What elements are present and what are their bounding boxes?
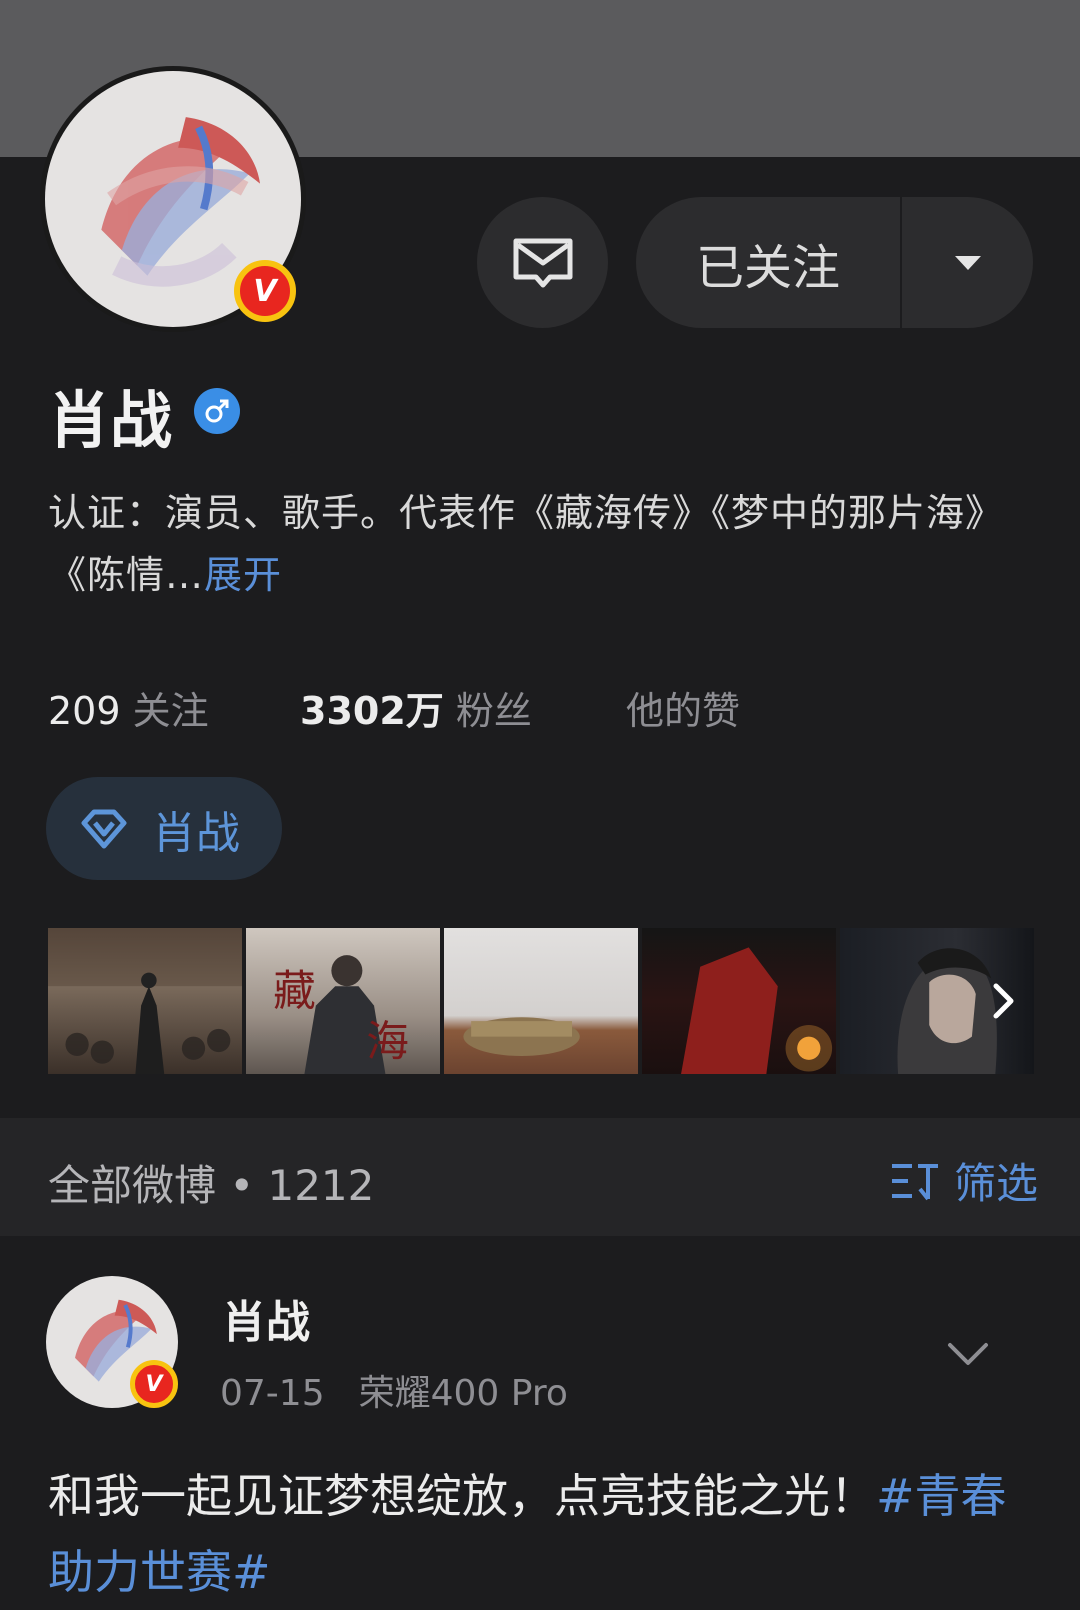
post-date: 07-15 [220, 1373, 325, 1414]
post-meta: 07-15 荣耀400 Pro [220, 1364, 568, 1416]
post-text: 和我一起见证梦想绽放，点亮技能之光！#青春助力世赛# [48, 1458, 1038, 1610]
fan-club-badge[interactable]: 肖战 [46, 777, 282, 880]
filter-label: 筛选 [953, 1159, 1038, 1208]
diamond-icon [81, 809, 127, 848]
verified-badge-icon: V [234, 260, 296, 322]
svg-text:海: 海 [366, 1017, 409, 1067]
bio-text: 认证：演员、歌手。代表作《藏海传》《梦中的那片海》《陈情… [48, 491, 1005, 597]
filter-icon [891, 1163, 938, 1200]
male-icon [194, 388, 240, 434]
following-stat[interactable]: 209 关注 [48, 680, 209, 735]
likes-label: 他的赞 [626, 689, 741, 733]
post-device: 荣耀400 Pro [358, 1373, 568, 1414]
photo-thumbnail[interactable] [642, 928, 836, 1074]
likes-stat[interactable]: 他的赞 [626, 680, 740, 735]
feed-header: 全部微博 • 1212 筛选 [0, 1118, 1080, 1236]
post-author-avatar[interactable]: V [46, 1276, 178, 1408]
message-button[interactable] [477, 197, 608, 328]
fans-count: 3302万 [300, 689, 444, 733]
following-count: 209 [48, 689, 121, 733]
follow-button[interactable]: 已关注 [636, 197, 1033, 328]
verified-badge-icon: V [130, 1360, 178, 1408]
bio-expand-link[interactable]: 展开 [204, 553, 282, 597]
chevron-down-icon [948, 1343, 988, 1365]
caret-down-icon [954, 255, 981, 270]
fan-badge-label: 肖战 [152, 807, 240, 859]
photo-strip: 藏 海 [48, 928, 1034, 1074]
profile-avatar[interactable]: V [40, 66, 306, 332]
svg-text:藏: 藏 [273, 967, 316, 1017]
photo-thumbnail[interactable] [444, 928, 638, 1074]
filter-button[interactable]: 筛选 [890, 1150, 1038, 1211]
fans-stat[interactable]: 3302万 粉丝 [300, 680, 532, 735]
profile-bio: 认证：演员、歌手。代表作《藏海传》《梦中的那片海》《陈情…展开 [48, 482, 1038, 606]
fans-label: 粉丝 [455, 689, 532, 733]
feed-title: 全部微博 • 1212 [48, 1161, 375, 1210]
profile-name: 肖战 [48, 384, 173, 457]
post-body: 和我一起见证梦想绽放，点亮技能之光！ [48, 1469, 876, 1523]
chevron-right-icon [993, 983, 1014, 1019]
post-menu-button[interactable] [946, 1340, 990, 1372]
following-label: 关注 [132, 689, 209, 733]
envelope-icon [513, 238, 572, 287]
follow-dropdown-button[interactable] [902, 254, 1033, 272]
photos-next-button[interactable] [974, 928, 1034, 1074]
photo-thumbnail[interactable] [840, 928, 1034, 1074]
weibo-post[interactable]: V 肖战 07-15 荣耀400 Pro 和我一起见证梦想绽放，点亮技能之光！#青… [0, 1236, 1080, 1609]
follow-button-label[interactable]: 已关注 [636, 228, 900, 298]
photo-thumbnail[interactable] [48, 928, 242, 1074]
post-author-name[interactable]: 肖战 [222, 1286, 310, 1350]
photo-thumbnail[interactable]: 藏 海 [246, 928, 440, 1074]
